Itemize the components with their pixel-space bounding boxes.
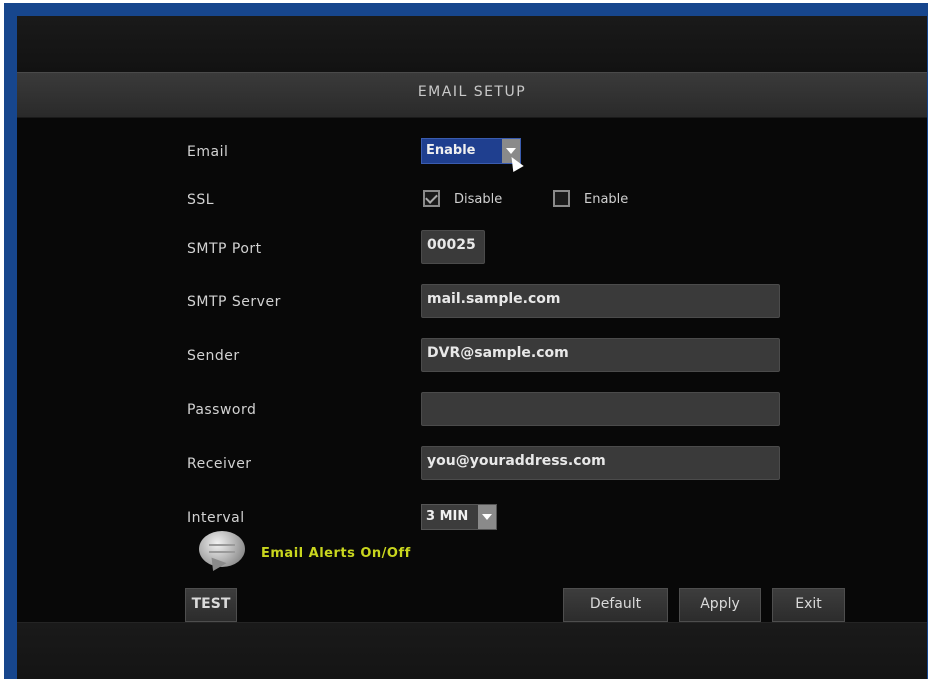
sender-input[interactable]: DVR@sample.com bbox=[421, 338, 780, 372]
title-bar: EMAIL SETUP bbox=[17, 72, 927, 118]
smtp-port-input[interactable]: 00025 bbox=[421, 230, 485, 264]
bottom-bar bbox=[17, 622, 927, 679]
receiver-label: Receiver bbox=[187, 456, 252, 472]
apply-button[interactable]: Apply bbox=[679, 588, 761, 622]
default-button[interactable]: Default bbox=[563, 588, 668, 622]
interval-select[interactable]: 3 MIN bbox=[421, 504, 497, 530]
speech-bubble-line bbox=[209, 551, 235, 553]
smtp-port-label: SMTP Port bbox=[187, 241, 262, 257]
email-select-value: Enable bbox=[426, 143, 476, 158]
test-button[interactable]: TEST bbox=[185, 588, 237, 622]
password-input[interactable] bbox=[421, 392, 780, 426]
ssl-label: SSL bbox=[187, 192, 215, 208]
password-label: Password bbox=[187, 402, 257, 418]
dvr-screen: EMAIL SETUP Email Enable SSL Disable Ena… bbox=[17, 16, 927, 679]
ssl-enable-checkbox[interactable] bbox=[553, 190, 570, 207]
speech-bubble-line bbox=[209, 544, 235, 546]
page-title: EMAIL SETUP bbox=[417, 84, 527, 100]
monitor-frame: EMAIL SETUP Email Enable SSL Disable Ena… bbox=[4, 3, 928, 679]
exit-button[interactable]: Exit bbox=[772, 588, 845, 622]
sender-label: Sender bbox=[187, 348, 240, 364]
email-label: Email bbox=[187, 144, 229, 160]
ssl-disable-label: Disable bbox=[454, 192, 503, 207]
smtp-server-label: SMTP Server bbox=[187, 294, 281, 310]
top-bar bbox=[17, 16, 927, 72]
interval-label: Interval bbox=[187, 510, 245, 526]
ssl-enable-label: Enable bbox=[584, 192, 629, 207]
ssl-disable-checkbox[interactable] bbox=[423, 190, 440, 207]
smtp-server-input[interactable]: mail.sample.com bbox=[421, 284, 780, 318]
chevron-down-icon[interactable] bbox=[478, 505, 496, 529]
receiver-input[interactable]: you@youraddress.com bbox=[421, 446, 780, 480]
email-alerts-toggle-text: Email Alerts On/Off bbox=[261, 546, 411, 561]
interval-select-value: 3 MIN bbox=[426, 509, 469, 524]
